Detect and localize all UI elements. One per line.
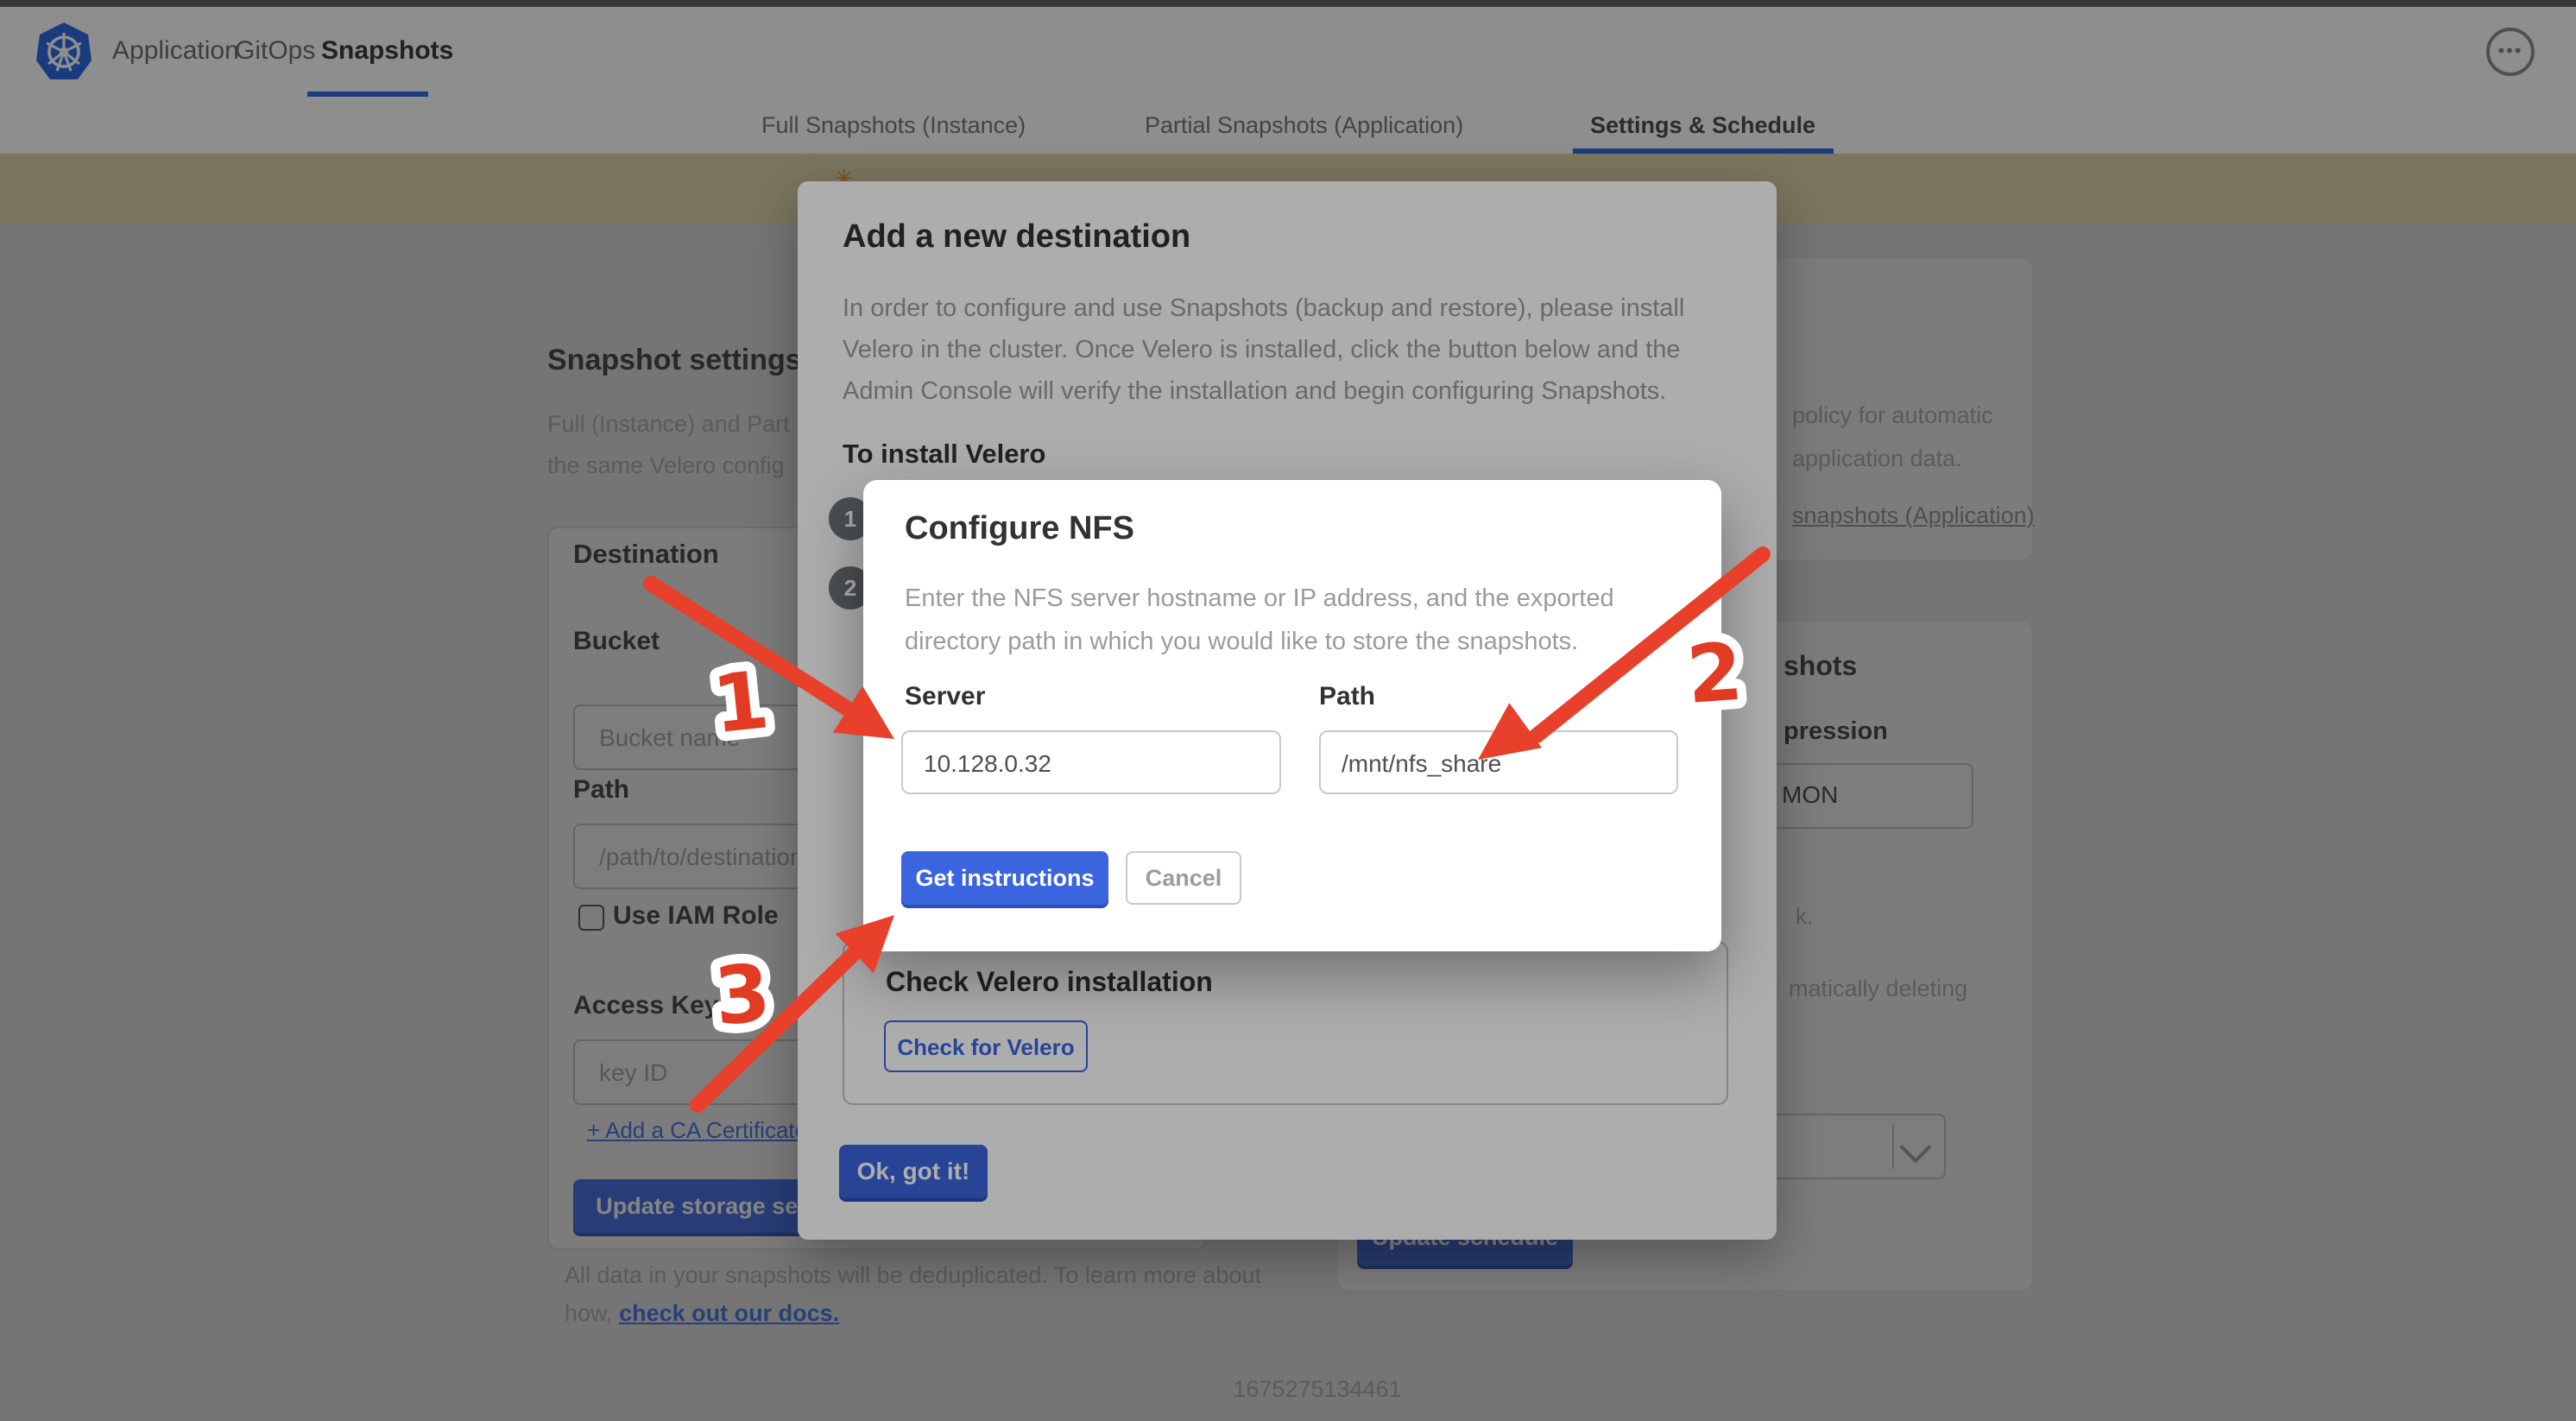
nfs-description-line2: directory path in which you would like t… bbox=[905, 622, 1664, 665]
nfs-modal-description: Enter the NFS server hostname or IP addr… bbox=[905, 578, 1664, 665]
cancel-button[interactable]: Cancel bbox=[1126, 851, 1241, 905]
nfs-description-line1: Enter the NFS server hostname or IP addr… bbox=[905, 578, 1664, 622]
configure-nfs-modal: Configure NFS Enter the NFS server hostn… bbox=[863, 480, 1721, 951]
nfs-modal-title: Configure NFS bbox=[905, 511, 1134, 549]
server-label: Server bbox=[905, 682, 985, 711]
server-input[interactable] bbox=[901, 730, 1281, 794]
path-label: Path bbox=[1319, 682, 1375, 711]
path-input-nfs[interactable] bbox=[1319, 730, 1678, 794]
get-instructions-button[interactable]: Get instructions bbox=[901, 851, 1108, 905]
admin-console-page: Application GitOps Snapshots ••• Full Sn… bbox=[0, 0, 2576, 1421]
